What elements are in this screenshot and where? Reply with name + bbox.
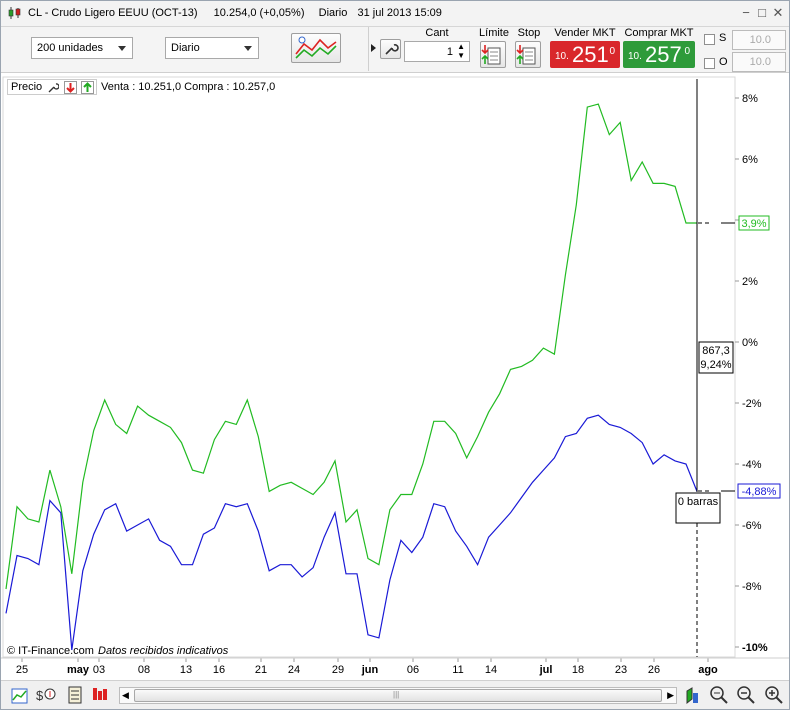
x-tick-label: 03 [93,664,105,676]
indicator-icon[interactable]: $ [35,685,57,705]
zoom-in-icon[interactable] [764,685,784,705]
y-tick-label: 8% [742,93,758,105]
x-tick-label: 13 [180,664,192,676]
trading-window: CL - Crudo Ligero EEUU (OCT-13) 10.254,0… [0,0,790,710]
y-tick-label: -6% [742,520,762,532]
scroll-right-icon[interactable]: ▶ [667,690,674,701]
x-tick-label: jun [361,664,379,676]
bottom-toolbar: $ ◀ ||| ▶ [1,680,789,709]
horizontal-scrollbar[interactable]: ◀ ||| ▶ [119,687,677,704]
y-tick-label: 0% [742,337,758,349]
x-tick-label: 21 [255,664,267,676]
data-note: Datos recibidos indicativos [98,645,229,657]
green-last-value: 3,9% [741,218,766,230]
x-tick-label: 14 [485,664,497,676]
green-series-line [5,103,697,590]
plot-frame [2,76,736,658]
cursor-value: 867,3 [702,345,730,357]
zoom-fit-icon[interactable] [708,685,730,705]
x-tick-label: ago [698,664,718,676]
x-tick-label: 29 [332,664,344,676]
cursor-percent: 9,24% [700,359,731,371]
svg-text:$: $ [36,688,44,703]
blue-last-value: -4,88% [742,486,777,498]
y-tick-label: -10% [742,642,768,654]
x-tick-label: 16 [213,664,225,676]
x-tick-label: 08 [138,664,150,676]
bars-label: 0 barras [678,496,719,508]
x-tick-label: jul [539,664,553,676]
x-tick-label: 25 [16,664,28,676]
x-tick-label: 23 [615,664,627,676]
zoom-out-icon[interactable] [736,685,756,705]
blue-series-line [5,414,698,651]
y-tick-label: 6% [742,154,758,166]
pin-icon[interactable] [683,685,701,705]
x-tick-label: 11 [452,664,463,676]
y-tick-label: 2% [742,276,758,288]
list-icon[interactable] [67,685,83,705]
x-tick-label: 26 [648,664,660,676]
x-tick-label: may [67,664,90,676]
scroll-left-icon[interactable]: ◀ [122,690,129,701]
copyright-text: © IT-Finance.com [7,645,94,657]
scrollbar-thumb[interactable]: ||| [134,689,662,702]
x-tick-label: 18 [572,664,584,676]
y-tick-label: -8% [742,581,762,593]
y-tick-label: -4% [742,459,762,471]
x-tick-label: 24 [288,664,300,676]
price-chart[interactable]: 8%6%4%2%0%-2%-4%-6%-8%-10% 25may03081316… [1,1,789,680]
x-tick-label: 06 [407,664,419,676]
y-tick-label: -2% [742,398,762,410]
candles-icon[interactable] [91,685,109,705]
chart-line-icon[interactable] [10,685,30,705]
